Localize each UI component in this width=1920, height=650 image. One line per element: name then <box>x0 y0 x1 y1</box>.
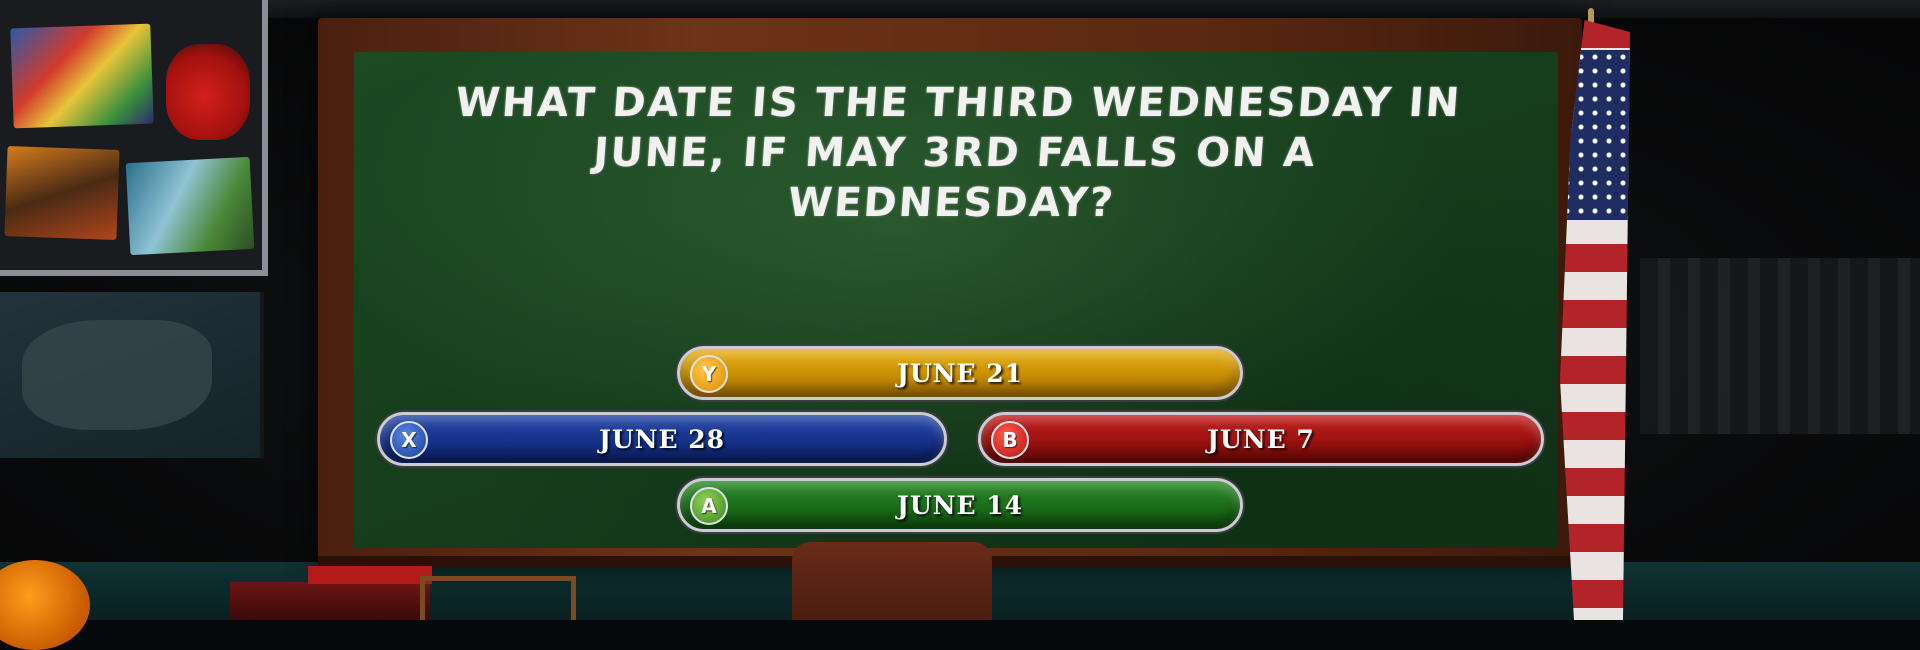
wall-map <box>0 292 264 458</box>
cow-drawing <box>125 156 255 256</box>
answer-a-button[interactable]: A JUNE 14 <box>677 478 1243 532</box>
b-button-icon: B <box>991 421 1029 459</box>
answer-b-button[interactable]: B JUNE 7 <box>978 412 1544 466</box>
abacus <box>420 576 576 620</box>
answer-label: JUNE 21 <box>896 358 1024 388</box>
kids-drawing <box>4 146 120 240</box>
y-button-icon: Y <box>690 355 728 393</box>
apple-drawing <box>166 44 250 140</box>
kids-drawing <box>10 23 154 129</box>
book <box>308 566 432 584</box>
answer-label: JUNE 7 <box>1207 424 1315 454</box>
answer-label: JUNE 14 <box>896 490 1024 520</box>
question-line: JUNE, IF MAY 3RD FALLS ON A <box>592 130 1318 176</box>
question-line: WHAT DATE IS THE THIRD WEDNESDAY IN <box>454 80 1463 126</box>
answer-y-button[interactable]: Y JUNE 21 <box>677 346 1243 400</box>
wall-shelf <box>1640 258 1920 434</box>
teacher-chair <box>792 542 992 620</box>
books-stack <box>230 582 430 620</box>
a-button-icon: A <box>690 487 728 525</box>
answer-label: JUNE 28 <box>598 424 726 454</box>
bulletin-board <box>0 0 268 276</box>
x-button-icon: X <box>390 421 428 459</box>
answer-x-button[interactable]: X JUNE 28 <box>377 412 947 466</box>
question-line: WEDNESDAY? <box>786 180 1117 226</box>
wall-trim <box>0 0 1920 18</box>
question-text: WHAT DATE IS THE THIRD WEDNESDAY IN JUNE… <box>375 78 1535 228</box>
